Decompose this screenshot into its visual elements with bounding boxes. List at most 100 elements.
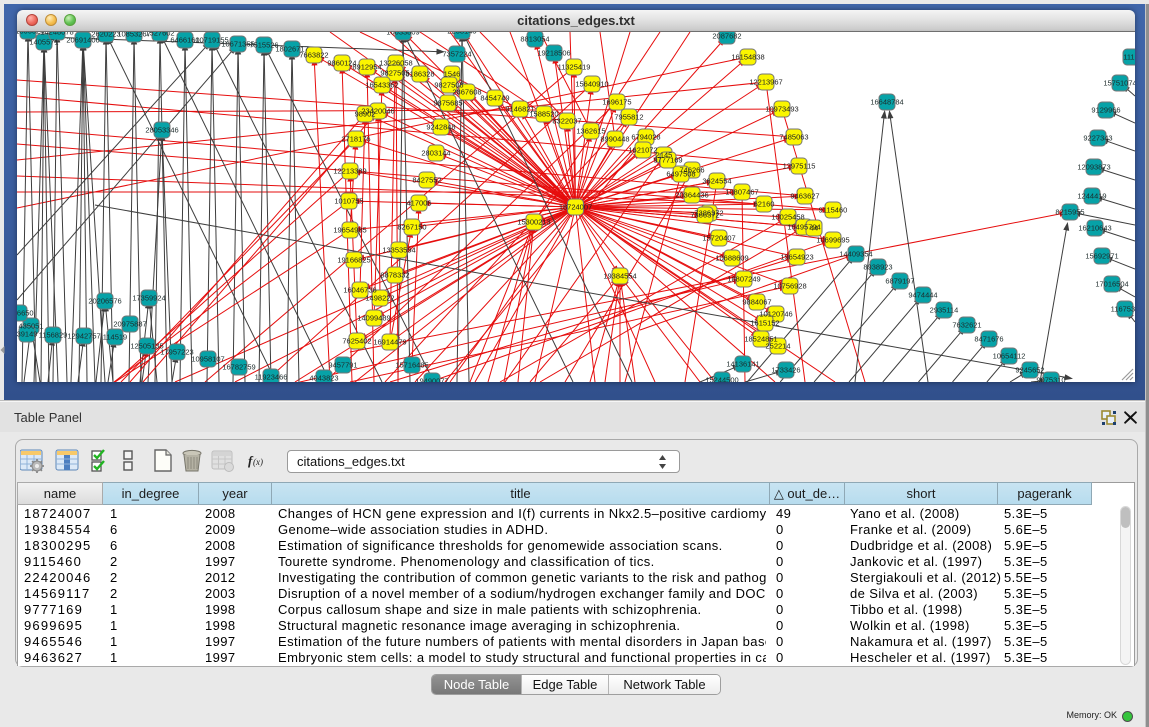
svg-text:7955812: 7955812 [614,113,643,122]
svg-text:39149: 39149 [17,330,37,339]
svg-text:13353594: 13353594 [382,246,415,255]
svg-text:9129966: 9129966 [1091,106,1120,115]
svg-text:11325419: 11325419 [558,63,591,72]
svg-text:15716485: 15716485 [395,361,428,370]
svg-text:19654985: 19654985 [333,226,366,235]
svg-text:1498222: 1498222 [365,294,394,303]
svg-text:14099489: 14099489 [357,314,390,323]
svg-text:15692971: 15692971 [1085,252,1118,261]
svg-text:17957223: 17957223 [160,348,193,357]
svg-text:12093873: 12093873 [1077,163,1110,172]
svg-text:6879197: 6879197 [885,277,914,286]
svg-text:1244419: 1244419 [1077,192,1106,201]
svg-text:2867608: 2867608 [452,88,481,97]
svg-text:15720407: 15720407 [702,234,735,243]
svg-text:4043823: 4043823 [309,374,338,383]
svg-text:8878332: 8878332 [380,271,409,280]
svg-text:10699695: 10699695 [816,236,849,245]
svg-text:8471676: 8471676 [974,335,1003,344]
svg-text:17016504: 17016504 [1095,280,1128,289]
svg-text:16210643: 16210643 [1078,224,1111,233]
svg-text:10756928: 10756928 [773,282,806,291]
svg-text:15244500: 15244500 [705,376,738,383]
svg-text:1615152: 1615152 [750,319,779,328]
svg-text:1733426: 1733426 [771,366,800,375]
svg-text:98902: 98902 [355,110,376,119]
svg-text:2803144: 2803144 [421,149,450,158]
svg-text:7357224: 7357224 [442,50,471,59]
svg-text:7663822: 7663822 [299,51,328,60]
svg-text:6497508: 6497508 [666,170,695,179]
svg-text:9457791: 9457791 [328,361,357,370]
svg-text:9474444: 9474444 [908,291,937,300]
svg-text:114519: 114519 [103,333,127,342]
svg-text:1696175: 1696175 [602,98,631,107]
svg-text:18724007: 18724007 [559,203,592,212]
svg-text:2258145: 2258145 [447,32,476,36]
svg-text:2620223: 2620223 [91,32,120,39]
svg-text:10120746: 10120746 [759,310,792,319]
svg-text:9075310: 9075310 [1036,376,1065,383]
svg-text:8912954: 8912954 [352,63,381,72]
svg-text:9245652: 9245652 [1015,366,1044,375]
svg-text:12213967: 12213967 [749,78,782,87]
svg-text:20206576: 20206576 [88,297,121,306]
svg-text:9115460: 9115460 [819,206,848,215]
svg-text:1156829: 1156829 [39,331,68,340]
svg-text:8427552: 8427552 [412,176,441,185]
svg-text:7632621: 7632621 [952,321,981,330]
svg-text:9777169: 9777169 [653,156,682,165]
svg-text:6794028: 6794028 [631,133,660,142]
svg-text:16782759: 16782759 [222,363,255,372]
svg-text:1010755: 1010755 [334,197,363,206]
svg-text:9242848: 9242848 [426,123,455,132]
svg-text:19490077: 19490077 [415,377,448,383]
svg-text:8990448: 8990448 [600,135,629,144]
svg-text:44: 44 [810,224,818,233]
svg-text:19654923: 19654923 [780,253,813,262]
svg-text:17359924: 17359924 [132,294,165,303]
svg-text:8938923: 8938923 [863,263,892,272]
svg-text:8454749: 8454749 [480,94,509,103]
svg-text:15300213: 15300213 [517,218,550,227]
svg-text:16033809: 16033809 [386,32,419,37]
svg-text:1621072: 1621072 [628,146,657,155]
svg-text:8186328: 8186328 [405,70,434,79]
svg-text:8813054: 8813054 [520,35,549,44]
svg-text:16914479: 16914479 [373,338,406,347]
svg-text:12505135: 12505135 [130,342,163,351]
svg-text:2636650: 2636650 [17,309,34,318]
svg-text:15751074: 15751074 [1103,79,1135,88]
svg-text:10654112: 10654112 [993,352,1026,361]
svg-text:10688609: 10688609 [715,254,748,263]
svg-text:16543362: 16543362 [365,81,398,90]
svg-text:19218506: 19218506 [537,49,570,58]
svg-text:417006: 417006 [406,199,431,208]
svg-text:9875685: 9875685 [433,99,462,108]
svg-text:10025458: 10025458 [771,213,804,222]
svg-text:(x): (x) [253,457,263,467]
svg-text:16154838: 16154838 [731,53,764,62]
svg-text:19166825: 19166825 [337,256,370,265]
svg-text:12942757: 12942757 [67,332,100,341]
svg-text:2935114: 2935114 [930,306,959,315]
svg-text:8267150: 8267150 [397,223,426,232]
svg-text:62160: 62160 [754,200,775,209]
svg-text:12975115: 12975115 [783,162,816,171]
svg-text:12213389: 12213389 [333,167,366,176]
svg-text:10973493: 10973493 [765,105,798,114]
svg-text:16648784: 16648784 [870,98,903,107]
svg-text:1405571: 1405571 [29,38,58,47]
svg-text:1167533: 1167533 [1111,305,1135,314]
svg-text:11923466: 11923466 [255,373,288,382]
svg-text:9227343: 9227343 [1083,134,1112,143]
svg-text:20364436: 20364436 [675,191,708,200]
svg-text:18807249: 18807249 [727,275,760,284]
svg-text:252214: 252214 [765,342,790,351]
svg-text:10958107: 10958107 [191,355,224,364]
svg-text:7625402: 7625402 [342,337,371,346]
svg-text:10807467: 10807467 [725,188,758,197]
svg-text:13226058: 13226058 [379,59,412,68]
svg-text:9884067: 9884067 [742,298,771,307]
svg-text:15640910: 15640910 [575,80,608,89]
